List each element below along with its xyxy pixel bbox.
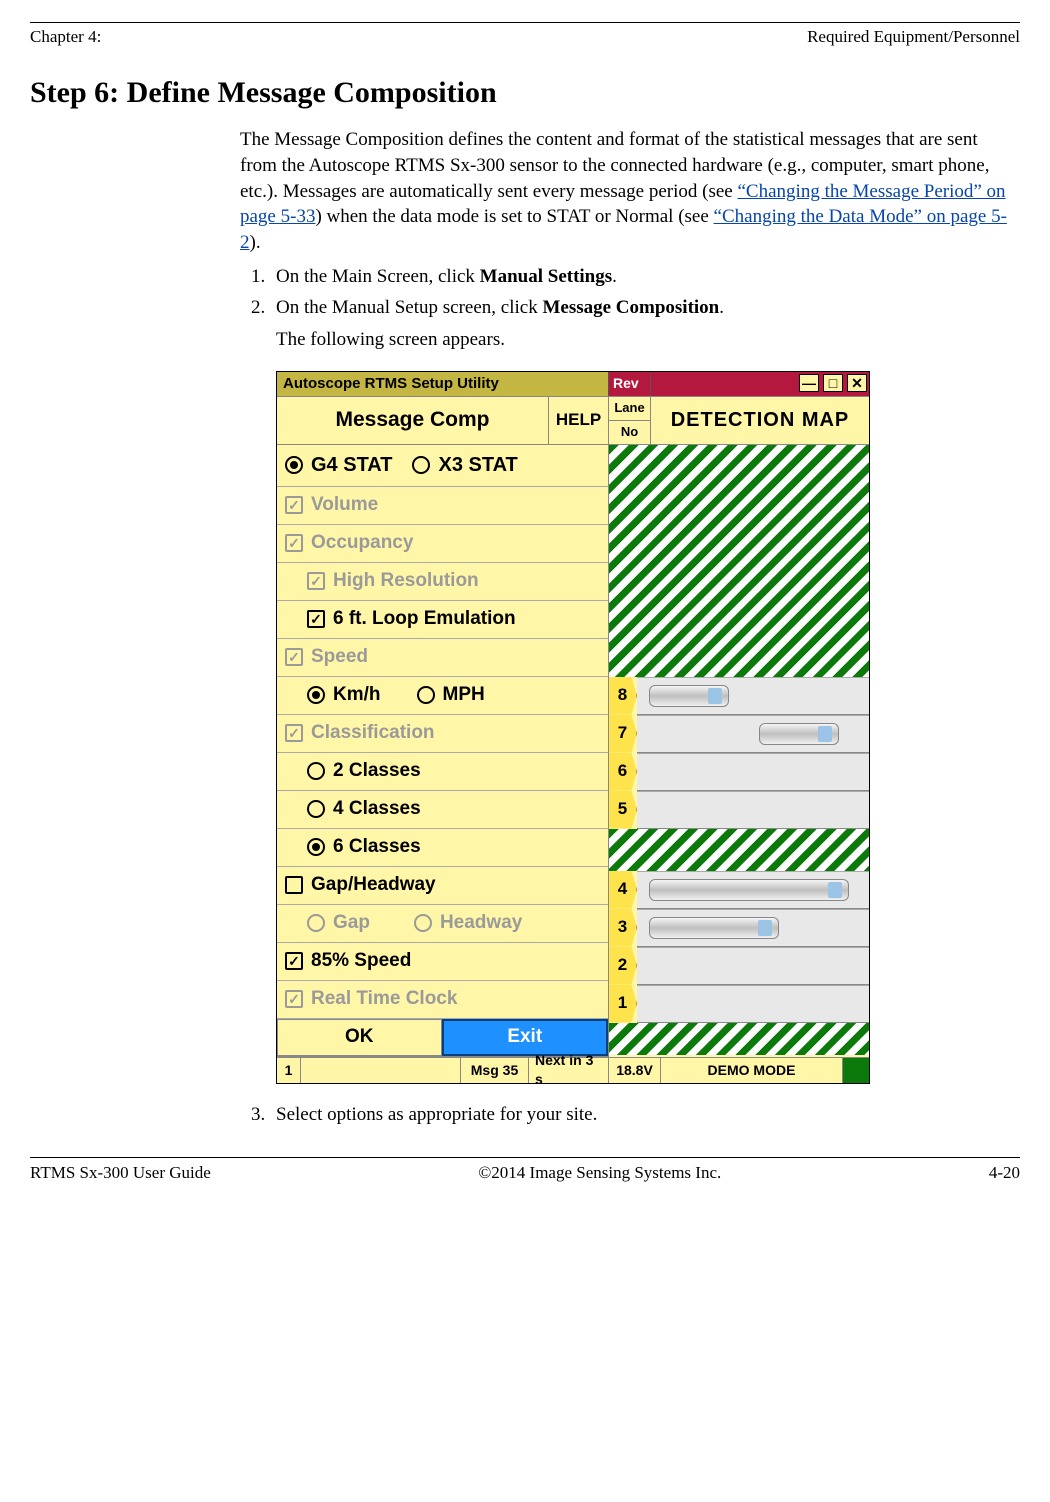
- lane-row-8: 8: [609, 677, 869, 715]
- p85-checkbox[interactable]: [285, 952, 303, 970]
- gap-headway-row: Gap/Headway: [277, 867, 608, 905]
- lane-row-7: 7: [609, 715, 869, 753]
- status-voltage: 18.8V: [609, 1058, 661, 1083]
- page-header: Chapter 4: Required Equipment/Personnel: [30, 26, 1020, 49]
- mph-radio[interactable]: [417, 686, 435, 704]
- status-num: 1: [277, 1058, 301, 1083]
- classes-2-row: 2 Classes: [277, 753, 608, 791]
- classes-4-radio[interactable]: [307, 800, 325, 818]
- volume-row: Volume: [277, 487, 608, 525]
- classes-4-row: 4 Classes: [277, 791, 608, 829]
- app-window: Autoscope RTMS Setup Utility Rev — □ ✕ M…: [276, 371, 870, 1084]
- lane-row-6: 6: [609, 753, 869, 791]
- lane-num-8: 8: [609, 677, 637, 715]
- speed-unit-row: Km/h MPH: [277, 677, 608, 715]
- intro-text-3: ).: [250, 232, 261, 253]
- headway-radio[interactable]: [414, 914, 432, 932]
- volume-checkbox[interactable]: [285, 496, 303, 514]
- stripe-zone-bottom: [609, 1023, 869, 1055]
- highres-checkbox[interactable]: [307, 572, 325, 590]
- step-3: Select options as appropriate for your s…: [270, 1102, 1015, 1128]
- lane-num-7: 7: [609, 715, 637, 753]
- header-left: Chapter 4:: [30, 26, 101, 49]
- rtc-checkbox[interactable]: [285, 990, 303, 1008]
- rtc-row: Real Time Clock: [277, 981, 608, 1019]
- exit-button[interactable]: Exit: [442, 1019, 609, 1056]
- occupancy-checkbox[interactable]: [285, 534, 303, 552]
- kmh-radio[interactable]: [307, 686, 325, 704]
- intro-paragraph: The Message Composition defines the cont…: [240, 127, 1015, 255]
- lane-row-2: 2: [609, 947, 869, 985]
- minimize-icon[interactable]: —: [799, 374, 819, 392]
- footer-right: 4-20: [989, 1162, 1020, 1185]
- speed-checkbox[interactable]: [285, 648, 303, 666]
- rev-label: Rev: [609, 372, 651, 396]
- help-button[interactable]: HELP: [549, 397, 609, 444]
- classes-6-row: 6 Classes: [277, 829, 608, 867]
- loop-checkbox[interactable]: [307, 610, 325, 628]
- footer-center: ©2014 Image Sensing Systems Inc.: [478, 1162, 721, 1185]
- lane-label: Lane: [609, 397, 650, 421]
- window-title: Autoscope RTMS Setup Utility: [277, 372, 609, 396]
- lane-row-5: 5: [609, 791, 869, 829]
- speed-row: Speed: [277, 639, 608, 677]
- lane-num-3: 3: [609, 909, 637, 947]
- lane-num-2: 2: [609, 947, 637, 985]
- occupancy-row: Occupancy: [277, 525, 608, 563]
- lane-row-4: 4: [609, 871, 869, 909]
- maximize-icon[interactable]: □: [823, 374, 843, 392]
- status-msg: Msg 35: [461, 1058, 529, 1083]
- close-icon[interactable]: ✕: [847, 374, 867, 392]
- step-heading: Step 6: Define Message Composition: [30, 73, 1020, 114]
- vehicle-icon: [649, 879, 849, 901]
- step-1: On the Main Screen, click Manual Setting…: [270, 264, 1015, 290]
- gap-radio[interactable]: [307, 914, 325, 932]
- gap-headway-sub-row: Gap Headway: [277, 905, 608, 943]
- lane-row-3: 3: [609, 909, 869, 947]
- stripe-zone-top: [609, 445, 869, 677]
- stripe-zone-mid: [609, 829, 869, 871]
- stat-mode-row: G4 STAT X3 STAT: [277, 445, 608, 487]
- classes-6-radio[interactable]: [307, 838, 325, 856]
- p85-row: 85% Speed: [277, 943, 608, 981]
- step-2: On the Manual Setup screen, click Messag…: [270, 295, 1015, 1083]
- page-footer: RTMS Sx-300 User Guide ©2014 Image Sensi…: [30, 1162, 1020, 1185]
- lane-num-1: 1: [609, 985, 637, 1023]
- g4-stat-radio[interactable]: [285, 456, 303, 474]
- vehicle-icon: [759, 723, 839, 745]
- ok-button[interactable]: OK: [277, 1019, 442, 1056]
- detection-map-title: DETECTION MAP: [651, 397, 869, 444]
- lane-num-5: 5: [609, 791, 637, 829]
- intro-text-2: ) when the data mode is set to STAT or N…: [315, 206, 713, 227]
- classification-row: Classification: [277, 715, 608, 753]
- lane-row-1: 1: [609, 985, 869, 1023]
- step-2-follow: The following screen appears.: [276, 327, 1015, 353]
- panel-title: Message Comp: [277, 397, 549, 444]
- classification-checkbox[interactable]: [285, 724, 303, 742]
- status-bar: 1 Msg 35 Next in 3 s 18.8V DEMO MODE: [277, 1057, 869, 1083]
- options-panel: G4 STAT X3 STAT Volume O: [277, 445, 609, 1057]
- status-mode: DEMO MODE: [661, 1058, 843, 1083]
- x3-stat-radio[interactable]: [412, 456, 430, 474]
- vehicle-icon: [649, 917, 779, 939]
- ordered-steps: On the Main Screen, click Manual Setting…: [240, 264, 1015, 1128]
- loop-row: 6 ft. Loop Emulation: [277, 601, 608, 639]
- header-right: Required Equipment/Personnel: [807, 26, 1020, 49]
- titlebar: Autoscope RTMS Setup Utility Rev — □ ✕: [277, 372, 869, 396]
- status-indicator-icon: [843, 1058, 869, 1083]
- footer-left: RTMS Sx-300 User Guide: [30, 1162, 211, 1185]
- status-next: Next in 3 s: [529, 1058, 609, 1083]
- gap-headway-checkbox[interactable]: [285, 876, 303, 894]
- lane-num-6: 6: [609, 753, 637, 791]
- highres-row: High Resolution: [277, 563, 608, 601]
- vehicle-icon: [649, 685, 729, 707]
- lane-num-4: 4: [609, 871, 637, 909]
- classes-2-radio[interactable]: [307, 762, 325, 780]
- detection-map: 8 7 6: [609, 445, 869, 1057]
- no-label: No: [609, 421, 650, 444]
